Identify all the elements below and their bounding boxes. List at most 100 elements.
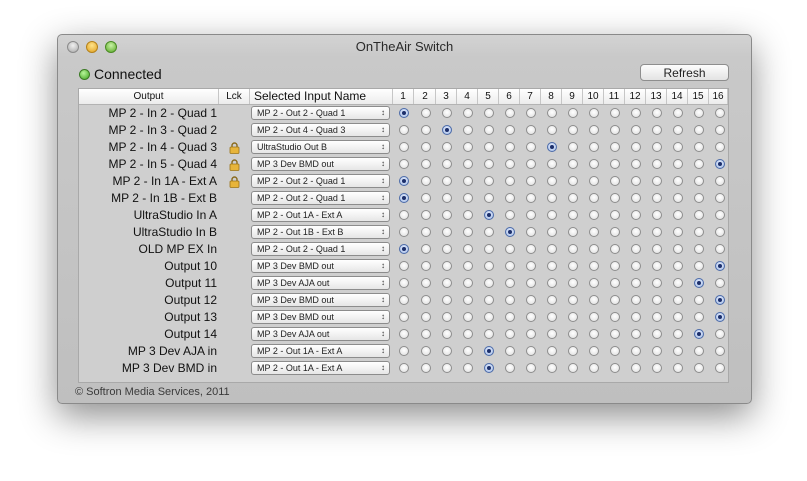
input-radio-2[interactable]	[421, 312, 431, 322]
lock-icon[interactable]	[229, 158, 240, 171]
column-header-input-12[interactable]: 12	[625, 89, 646, 104]
input-radio-7[interactable]	[526, 159, 536, 169]
input-radio-7[interactable]	[526, 261, 536, 271]
input-radio-13[interactable]	[652, 278, 662, 288]
input-radio-8[interactable]	[547, 210, 557, 220]
input-radio-4[interactable]	[463, 125, 473, 135]
input-radio-12[interactable]	[631, 295, 641, 305]
input-radio-14[interactable]	[673, 312, 683, 322]
input-radio-5[interactable]	[484, 312, 494, 322]
input-radio-12[interactable]	[631, 142, 641, 152]
input-radio-1[interactable]	[399, 142, 409, 152]
input-radio-7[interactable]	[526, 363, 536, 373]
input-radio-7[interactable]	[526, 227, 536, 237]
input-radio-1[interactable]	[399, 176, 409, 186]
input-radio-6[interactable]	[505, 244, 515, 254]
input-radio-6[interactable]	[505, 108, 515, 118]
input-radio-15[interactable]	[694, 244, 704, 254]
input-radio-7[interactable]	[526, 346, 536, 356]
input-radio-2[interactable]	[421, 176, 431, 186]
input-radio-16[interactable]	[715, 244, 725, 254]
input-radio-6[interactable]	[505, 227, 515, 237]
input-radio-9[interactable]	[568, 312, 578, 322]
input-radio-4[interactable]	[463, 363, 473, 373]
input-radio-9[interactable]	[568, 363, 578, 373]
input-radio-6[interactable]	[505, 125, 515, 135]
input-radio-16[interactable]	[715, 278, 725, 288]
lock-icon[interactable]	[229, 141, 240, 154]
input-radio-12[interactable]	[631, 278, 641, 288]
input-radio-3[interactable]	[442, 159, 452, 169]
input-radio-14[interactable]	[673, 244, 683, 254]
input-radio-7[interactable]	[526, 193, 536, 203]
column-header-input-7[interactable]: 7	[520, 89, 541, 104]
input-radio-9[interactable]	[568, 142, 578, 152]
input-radio-3[interactable]	[442, 278, 452, 288]
input-radio-10[interactable]	[589, 210, 599, 220]
input-select-popup[interactable]: MP 2 - Out 1A - Ext A ↕	[251, 344, 390, 358]
input-select-popup[interactable]: MP 3 Dev AJA out ↕	[251, 327, 390, 341]
input-radio-8[interactable]	[547, 312, 557, 322]
input-radio-15[interactable]	[694, 142, 704, 152]
input-radio-7[interactable]	[526, 295, 536, 305]
input-radio-5[interactable]	[484, 261, 494, 271]
input-radio-16[interactable]	[715, 295, 725, 305]
input-radio-14[interactable]	[673, 142, 683, 152]
input-radio-12[interactable]	[631, 193, 641, 203]
input-radio-11[interactable]	[610, 278, 620, 288]
input-radio-12[interactable]	[631, 227, 641, 237]
input-radio-12[interactable]	[631, 346, 641, 356]
input-radio-12[interactable]	[631, 363, 641, 373]
input-radio-12[interactable]	[631, 244, 641, 254]
input-radio-6[interactable]	[505, 295, 515, 305]
input-radio-16[interactable]	[715, 329, 725, 339]
column-header-input-4[interactable]: 4	[457, 89, 478, 104]
input-radio-15[interactable]	[694, 312, 704, 322]
input-radio-9[interactable]	[568, 261, 578, 271]
input-select-popup[interactable]: MP 3 Dev BMD out ↕	[251, 310, 390, 324]
input-radio-6[interactable]	[505, 210, 515, 220]
input-radio-2[interactable]	[421, 108, 431, 118]
input-radio-7[interactable]	[526, 176, 536, 186]
input-select-popup[interactable]: MP 2 - Out 2 - Quad 1 ↕	[251, 106, 390, 120]
input-radio-8[interactable]	[547, 346, 557, 356]
input-radio-16[interactable]	[715, 176, 725, 186]
input-select-popup[interactable]: MP 2 - Out 1B - Ext B ↕	[251, 225, 390, 239]
input-radio-4[interactable]	[463, 176, 473, 186]
input-radio-4[interactable]	[463, 227, 473, 237]
input-radio-13[interactable]	[652, 193, 662, 203]
input-select-popup[interactable]: MP 2 - Out 1A - Ext A ↕	[251, 208, 390, 222]
input-radio-6[interactable]	[505, 176, 515, 186]
input-radio-5[interactable]	[484, 244, 494, 254]
input-radio-8[interactable]	[547, 193, 557, 203]
input-radio-7[interactable]	[526, 108, 536, 118]
input-select-popup[interactable]: MP 2 - Out 2 - Quad 1 ↕	[251, 191, 390, 205]
input-radio-11[interactable]	[610, 125, 620, 135]
input-radio-1[interactable]	[399, 125, 409, 135]
input-radio-10[interactable]	[589, 159, 599, 169]
input-radio-5[interactable]	[484, 295, 494, 305]
input-radio-2[interactable]	[421, 159, 431, 169]
input-radio-13[interactable]	[652, 261, 662, 271]
input-select-popup[interactable]: MP 3 Dev BMD out ↕	[251, 157, 390, 171]
input-radio-1[interactable]	[399, 329, 409, 339]
column-header-input-8[interactable]: 8	[541, 89, 562, 104]
input-radio-15[interactable]	[694, 108, 704, 118]
input-radio-16[interactable]	[715, 261, 725, 271]
input-select-popup[interactable]: MP 2 - Out 4 - Quad 3 ↕	[251, 123, 390, 137]
input-radio-13[interactable]	[652, 312, 662, 322]
input-radio-11[interactable]	[610, 176, 620, 186]
input-radio-15[interactable]	[694, 278, 704, 288]
input-radio-3[interactable]	[442, 193, 452, 203]
input-radio-3[interactable]	[442, 312, 452, 322]
column-header-input-11[interactable]: 11	[604, 89, 625, 104]
input-radio-10[interactable]	[589, 108, 599, 118]
column-header-input-9[interactable]: 9	[562, 89, 583, 104]
refresh-button[interactable]: Refresh	[640, 64, 729, 81]
input-radio-10[interactable]	[589, 176, 599, 186]
input-radio-11[interactable]	[610, 329, 620, 339]
input-radio-4[interactable]	[463, 295, 473, 305]
input-radio-8[interactable]	[547, 176, 557, 186]
input-radio-8[interactable]	[547, 159, 557, 169]
input-radio-14[interactable]	[673, 193, 683, 203]
